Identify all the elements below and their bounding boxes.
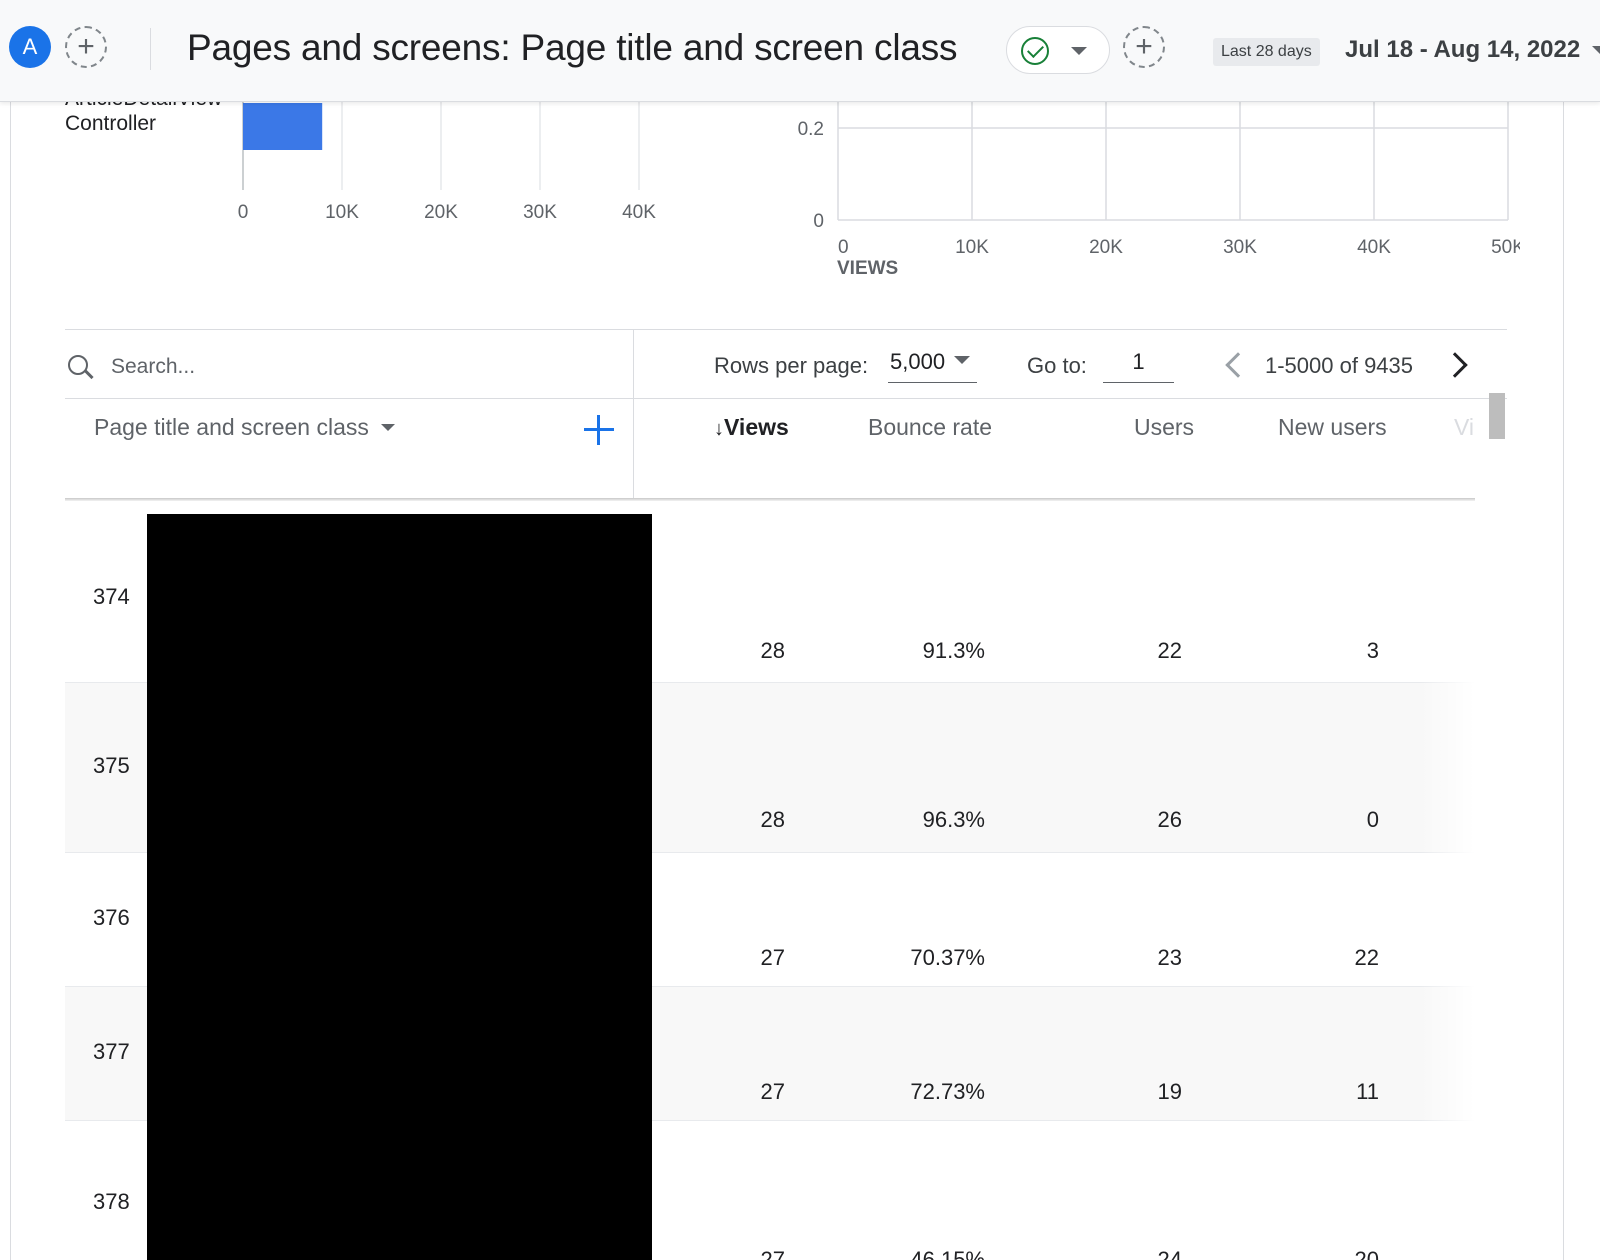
horizontal-scrollbar[interactable] [1489,393,1505,439]
chevron-down-icon [1071,47,1087,55]
bounce-rate-cell: 72.73% [910,1079,985,1104]
date-range-selector[interactable]: Jul 18 - Aug 14, 2022 [1345,36,1580,64]
sort-descending-icon: ↓ [714,418,724,440]
new-users-column-header[interactable]: New users [1278,414,1387,441]
add-comparison-icon[interactable]: + [65,26,107,68]
users-cell: 23 [1157,945,1182,970]
new-users-cell: 3 [1366,638,1379,663]
dimension-column-header[interactable]: Page title and screen class [94,414,396,441]
report-status-dropdown[interactable] [1006,26,1110,74]
x-tick-label: 40K [1357,237,1391,258]
users-column-header[interactable]: Users [1134,414,1194,441]
bar [243,103,323,150]
rows-per-page-label: Rows per page: [714,353,869,378]
x-tick-label: 50K [1491,237,1520,258]
add-filter-icon[interactable]: + [1123,26,1165,68]
analytics-report-page: ArticleDetailView Controller 010K20K30K4… [0,0,1600,1260]
y-tick-label: 0 [813,211,824,232]
add-dimension-icon[interactable] [584,415,614,445]
rows-per-page-value: 5,000 [890,349,946,374]
views-cell: 28 [760,807,785,832]
x-tick-label: 10K [955,237,989,258]
page-title: Pages and screens: Page title and screen… [187,27,958,68]
chevron-down-icon [381,424,396,431]
views-cell: 27 [760,945,785,970]
row-index: 376 [93,905,130,930]
comparison-avatar[interactable]: A [9,26,51,68]
table-right-fade [1420,505,1475,1260]
bounce-rate-cell: 96.3% [922,807,985,832]
new-users-cell: 0 [1366,807,1379,832]
search-input[interactable] [111,351,591,383]
views-column-header[interactable]: ↓Views [714,414,789,441]
toolbar-divider [65,398,1507,399]
views-cell: 27 [760,1079,785,1104]
goto-label: Go to: [1027,353,1087,378]
row-index: 374 [93,584,130,609]
bounce-rate-cell: 91.3% [922,638,985,663]
search-icon [68,355,88,375]
table-column-divider [633,329,634,500]
date-dropdown-icon[interactable] [1592,46,1600,54]
x-tick-label: 20K [1089,237,1123,258]
goto-page-input[interactable]: 1 [1103,343,1174,383]
rows-per-page-select[interactable]: 5,000 [888,343,977,383]
bounce-rate-cell: 70.37% [910,945,985,970]
scatter-chart-svg: 0.2 00 10K 20K 30K 40K 50K VIEWS [798,90,1520,279]
x-tick-label: 10K [325,202,359,223]
y-tick-label: 0.2 [798,119,824,140]
x-axis-label: VIEWS [837,258,898,279]
chevron-down-icon [954,356,970,364]
users-cell: 22 [1157,638,1182,663]
x-tick-label: 30K [523,202,557,223]
x-tick-label: 30K [1223,237,1257,258]
cutoff-column-header[interactable]: Vi [1454,414,1474,441]
row-index: 378 [93,1189,130,1214]
x-tick-label: 20K [424,202,458,223]
row-index: 377 [93,1039,130,1064]
x-tick-label: 0 [838,237,849,258]
bounce-rate-column-header[interactable]: Bounce rate [868,414,992,441]
header-divider [150,28,151,70]
new-users-cell: 11 [1356,1079,1379,1104]
users-cell: 24 [1157,1247,1182,1260]
redacted-page-titles [147,514,652,1260]
header-shadow [65,498,1475,501]
date-preset-label: Last 28 days [1213,38,1320,66]
users-cell: 19 [1157,1079,1182,1104]
new-users-cell: 20 [1354,1247,1379,1260]
check-circle-icon [1021,37,1049,65]
dimension-column-label: Page title and screen class [94,414,369,440]
report-header: A + Pages and screens: Page title and sc… [0,0,1600,102]
new-users-cell: 22 [1354,945,1379,970]
views-column-label: Views [724,414,789,440]
pagination-label: 1-5000 of 9435 [1265,353,1414,378]
row-index: 375 [93,753,130,778]
table-top-border [65,329,1507,330]
x-tick-label: 0 [238,202,249,223]
views-cell: 28 [760,638,785,663]
views-cell: 27 [760,1247,785,1260]
x-tick-label: 40K [622,202,656,223]
bounce-rate-cell: 46.15% [910,1247,985,1260]
users-cell: 26 [1157,807,1182,832]
